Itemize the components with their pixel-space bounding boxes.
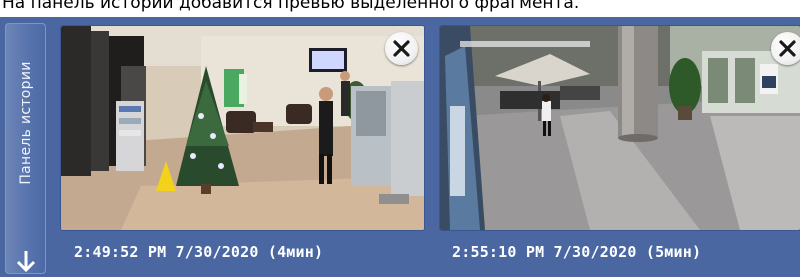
close-icon (393, 40, 410, 57)
close-icon (779, 40, 796, 57)
close-thumbnail-2-button[interactable] (771, 32, 800, 65)
arrow-down-icon[interactable] (13, 248, 39, 274)
history-thumbnail-2[interactable] (440, 26, 800, 230)
thumbnail-image-atrium (440, 26, 800, 230)
history-panel: Панель истории 2:49:52 PM 7/30/2020 (4ми… (0, 17, 800, 277)
thumbnail-image-lobby (61, 26, 424, 230)
history-panel-tab[interactable]: Панель истории (5, 23, 46, 274)
instruction-caption: На панель истории добавится превью выдел… (2, 0, 580, 13)
thumbnail-1-timestamp: 2:49:52 PM 7/30/2020 (4мин) (74, 243, 324, 261)
history-thumbnail-1[interactable] (61, 26, 424, 230)
history-panel-tab-label: Панель истории (17, 61, 34, 185)
thumbnail-2-timestamp: 2:55:10 PM 7/30/2020 (5мин) (452, 243, 702, 261)
close-thumbnail-1-button[interactable] (385, 32, 418, 65)
